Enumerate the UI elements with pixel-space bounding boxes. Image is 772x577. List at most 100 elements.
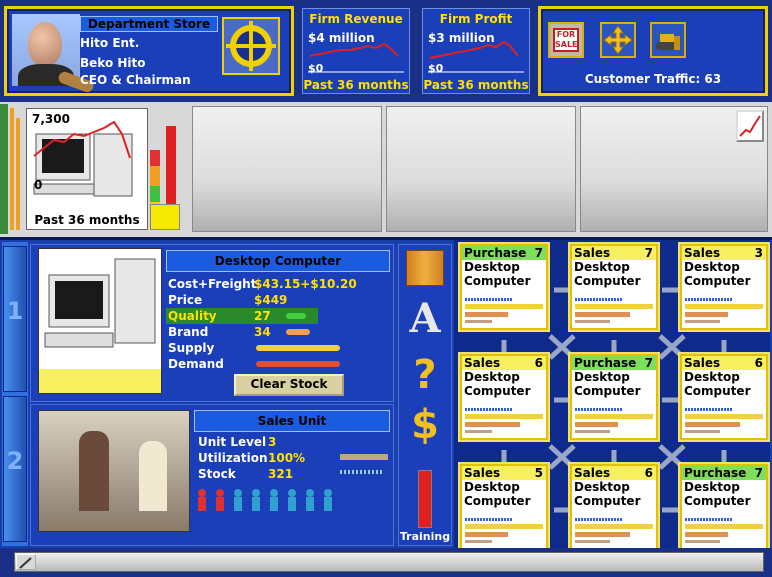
profit-footer: Past 36 months bbox=[423, 78, 529, 92]
block-type: Purchase bbox=[684, 466, 747, 480]
training-bar[interactable] bbox=[418, 470, 432, 528]
person-name: Beko Hito bbox=[80, 56, 146, 70]
block-bars bbox=[685, 518, 763, 543]
block-bars bbox=[685, 408, 763, 433]
firm-name: Hito Ent. bbox=[80, 36, 140, 50]
function-block[interactable]: Sales 7 Desktop Computer bbox=[570, 244, 658, 330]
chart-toggle-button[interactable] bbox=[736, 110, 764, 142]
unit-slot-2[interactable] bbox=[192, 106, 382, 232]
block-line1: Desktop bbox=[684, 370, 740, 384]
supply-label: Supply bbox=[168, 341, 215, 355]
block-line2: Computer bbox=[464, 494, 531, 508]
block-level: 7 bbox=[534, 246, 543, 260]
block-line2: Computer bbox=[574, 494, 641, 508]
block-type: Sales bbox=[574, 466, 611, 480]
stock-bar bbox=[340, 470, 382, 474]
tab-2[interactable]: 2 bbox=[3, 396, 27, 542]
block-header: Sales 5 bbox=[462, 466, 546, 480]
function-block[interactable]: Purchase 7 Desktop Computer bbox=[460, 244, 548, 330]
block-header: Purchase 7 bbox=[462, 246, 546, 260]
block-line1: Desktop bbox=[464, 370, 520, 384]
block-line2: Computer bbox=[684, 384, 751, 398]
block-type: Sales bbox=[684, 246, 721, 260]
block-line2: Computer bbox=[464, 274, 531, 288]
function-block[interactable]: Sales 6 Desktop Computer bbox=[460, 354, 548, 440]
function-block[interactable]: Sales 3 Desktop Computer bbox=[680, 244, 768, 330]
function-block[interactable]: Purchase 7 Desktop Computer bbox=[570, 354, 658, 440]
function-block[interactable]: Purchase 7 Desktop Computer bbox=[680, 464, 768, 550]
revenue-title: Firm Revenue bbox=[309, 12, 403, 26]
unit-level-value: 3 bbox=[268, 435, 277, 449]
block-header: Purchase 7 bbox=[682, 466, 766, 480]
line-chart-icon bbox=[739, 115, 761, 137]
status-gauge-base bbox=[150, 204, 180, 230]
product-image bbox=[38, 248, 162, 394]
demand-bar bbox=[256, 361, 340, 367]
unit-slot-3[interactable] bbox=[386, 106, 576, 232]
target-icon[interactable] bbox=[222, 17, 280, 75]
block-level: 7 bbox=[644, 356, 653, 370]
profit-zero: $0 bbox=[428, 62, 444, 75]
profit-title: Firm Profit bbox=[439, 12, 513, 26]
sales-unit-photo bbox=[38, 410, 190, 532]
landscape-strip bbox=[0, 104, 8, 234]
staff-figures bbox=[196, 488, 346, 518]
move-button[interactable] bbox=[600, 22, 636, 58]
function-block[interactable]: Sales 5 Desktop Computer bbox=[460, 464, 548, 550]
block-bars bbox=[465, 408, 543, 433]
message-bar bbox=[14, 552, 764, 572]
product-title: Desktop Computer bbox=[166, 250, 390, 272]
advertising-a-icon[interactable]: A bbox=[406, 296, 444, 342]
person-info: Beko Hito CEO & Chairman bbox=[80, 55, 191, 89]
block-header: Purchase 7 bbox=[572, 356, 656, 370]
block-line1: Desktop bbox=[464, 260, 520, 274]
clear-stock-button[interactable]: Clear Stock bbox=[234, 374, 344, 396]
block-level: 5 bbox=[534, 466, 543, 480]
stock-value: 321 bbox=[268, 467, 294, 481]
block-line2: Computer bbox=[574, 384, 641, 398]
brand-bar bbox=[286, 329, 310, 335]
product-stats: Cost+Freight Price Quality Brand Supply … bbox=[168, 276, 256, 372]
pencil-icon bbox=[19, 557, 32, 569]
gauge-bar-left-2 bbox=[16, 118, 20, 230]
bulldozer-icon bbox=[656, 34, 680, 50]
block-line2: Computer bbox=[574, 274, 641, 288]
gauge-bar-left-1 bbox=[10, 108, 14, 230]
quality-label: Quality bbox=[168, 309, 217, 323]
block-line1: Desktop bbox=[574, 370, 630, 384]
finance-dollar-icon[interactable]: $ bbox=[406, 402, 444, 448]
status-gauge-2 bbox=[166, 126, 176, 204]
block-header: Sales 7 bbox=[572, 246, 656, 260]
block-level: 6 bbox=[644, 466, 653, 480]
brand-label: Brand bbox=[168, 325, 209, 339]
tab-1[interactable]: 1 bbox=[3, 246, 27, 392]
bulldozer-button[interactable] bbox=[650, 22, 686, 58]
person-title: CEO & Chairman bbox=[80, 73, 191, 87]
for-sale-button[interactable]: FOR SALE bbox=[548, 22, 584, 58]
notepad-button[interactable] bbox=[16, 554, 36, 570]
block-line1: Desktop bbox=[574, 260, 630, 274]
help-question-icon[interactable]: ? bbox=[406, 352, 444, 398]
unit-level-label: Unit Level bbox=[198, 435, 267, 449]
books-icon[interactable] bbox=[406, 250, 444, 286]
for-sale-sign-icon: FOR SALE bbox=[553, 28, 579, 52]
block-header: Sales 3 bbox=[682, 246, 766, 260]
block-type: Sales bbox=[684, 356, 721, 370]
block-header: Sales 6 bbox=[682, 356, 766, 370]
sales-unit-title: Sales Unit bbox=[194, 410, 390, 432]
block-bars bbox=[575, 298, 653, 323]
block-bars bbox=[575, 518, 653, 543]
units-chart-min: 0 bbox=[34, 178, 43, 192]
price-value: $449 bbox=[254, 293, 288, 307]
function-block[interactable]: Sales 6 Desktop Computer bbox=[570, 464, 658, 550]
block-type: Purchase bbox=[574, 356, 637, 370]
block-line1: Desktop bbox=[464, 480, 520, 494]
utilization-label: Utilization bbox=[198, 451, 268, 465]
block-bars bbox=[575, 408, 653, 433]
price-label: Price bbox=[168, 293, 203, 307]
block-level: 7 bbox=[754, 466, 763, 480]
function-block[interactable]: Sales 6 Desktop Computer bbox=[680, 354, 768, 440]
move-arrows-icon bbox=[603, 25, 633, 55]
block-header: Sales 6 bbox=[572, 466, 656, 480]
block-line1: Desktop bbox=[684, 260, 740, 274]
